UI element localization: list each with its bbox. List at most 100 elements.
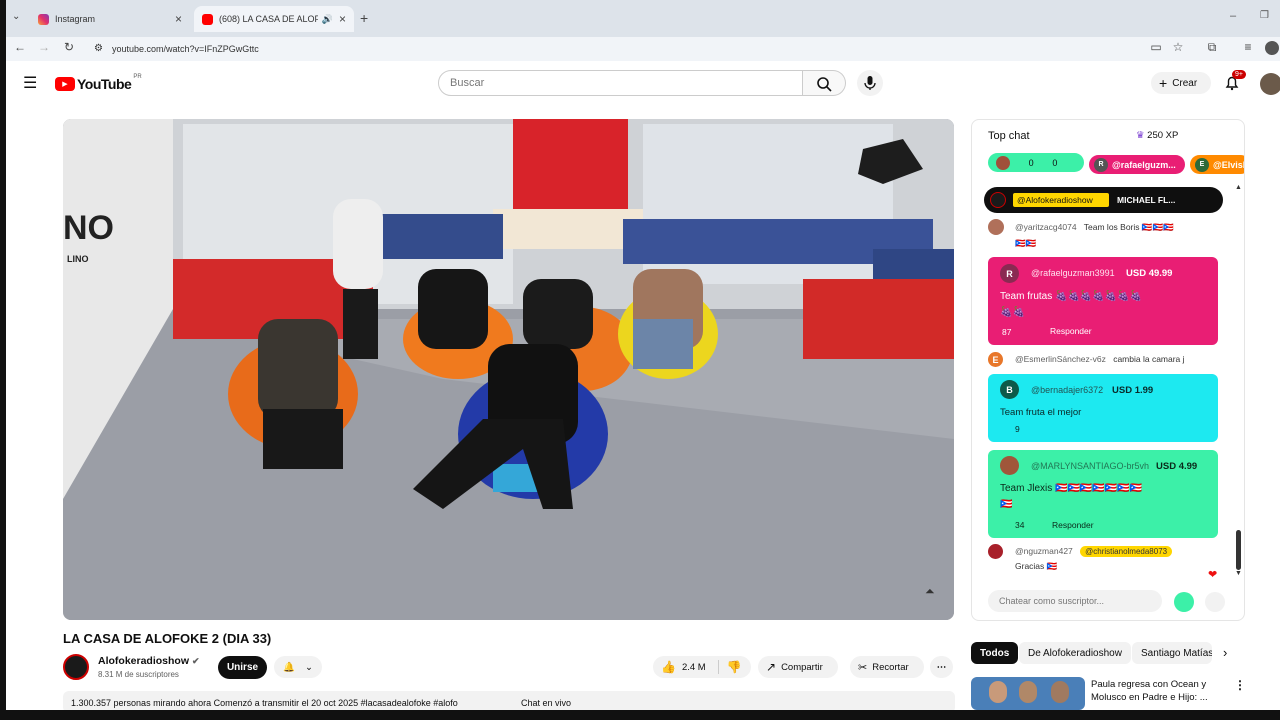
video-player[interactable]: NO LINO ⏶	[63, 119, 954, 620]
create-button[interactable]: + Crear	[1151, 72, 1211, 94]
user-avatar: B	[1000, 380, 1019, 399]
profile-avatar[interactable]	[1265, 41, 1279, 55]
user-avatar	[988, 219, 1004, 235]
super-chat-amount: USD 4.99	[1156, 461, 1198, 472]
join-button[interactable]: Unirse	[218, 656, 267, 679]
thumbnail-face	[989, 681, 1007, 703]
super-chat-card[interactable]: R @rafaelguzman3991 USD 49.99 Team fruta…	[988, 257, 1218, 345]
mention-chip[interactable]: @christianolmeda8073	[1080, 546, 1173, 557]
site-info-icon[interactable]: ⚙	[94, 43, 103, 54]
reload-icon[interactable]: ↻	[61, 40, 77, 54]
chevron-right-icon[interactable]: ›	[1223, 645, 1227, 660]
youtube-play-icon: ▶	[55, 77, 75, 91]
scroll-down-icon[interactable]: ▼	[1235, 570, 1242, 577]
related-video-thumbnail[interactable]	[971, 677, 1085, 710]
ticker-chip: R @rafaelguzm...	[1089, 155, 1185, 174]
message-author: @MARLYNSANTIAGO-br5vh	[1031, 461, 1149, 471]
left-edge	[0, 0, 6, 720]
more-vert-icon[interactable]: ⋮	[1234, 678, 1246, 692]
filter-chip-all[interactable]: Todos	[971, 642, 1019, 664]
more-actions-button[interactable]: ⋯	[930, 656, 953, 678]
emoji-button[interactable]	[1205, 592, 1225, 612]
like-icon[interactable]: 👍	[661, 660, 676, 674]
share-button[interactable]: ↗ Compartir	[758, 656, 838, 678]
back-icon[interactable]: ←	[12, 40, 28, 54]
notifications-button[interactable]: 9+	[1223, 70, 1246, 97]
message-text-continued: 🍇🍇	[1000, 307, 1025, 318]
search-input[interactable]: Buscar	[438, 70, 803, 96]
channel-name[interactable]: Alofokeradioshow ✔	[98, 655, 199, 667]
cast-icon[interactable]: ▭	[1148, 40, 1164, 54]
ticker-avatar: E	[1195, 157, 1209, 172]
related-video-title[interactable]: Paula regresa con Ocean y Molusco en Pad…	[1091, 678, 1208, 704]
forward-icon[interactable]: →	[36, 40, 52, 54]
youtube-logo[interactable]: ▶ YouTube PR	[55, 74, 142, 92]
fullscreen-corner-icon[interactable]: ⏶	[925, 584, 935, 599]
chat-mode-selector[interactable]: Top chat	[988, 130, 1030, 142]
chip-label: Santiago Matías	[1141, 647, 1212, 659]
super-chat-button[interactable]	[1174, 592, 1194, 612]
share-label: Compartir	[781, 661, 823, 673]
speaker-icon[interactable]: 🔊	[322, 14, 333, 25]
new-tab-icon[interactable]: +	[360, 10, 368, 26]
tab-search-chevron-icon[interactable]: ⌄	[12, 11, 20, 22]
address-field[interactable]: ⚙ youtube.com/watch?v=IFnZPGwGttc	[86, 39, 1136, 59]
chip-label: De Alofokeradioshow	[1028, 647, 1122, 659]
browser-toolbar: ← → ↻ ⚙ youtube.com/watch?v=IFnZPGwGttc …	[0, 37, 1280, 61]
message-text-continued: 🇵🇷	[1000, 499, 1013, 510]
watermark-logo-subtext: LINO	[67, 254, 89, 264]
subscriber-count: 8.31 M de suscriptores	[98, 670, 179, 679]
chat-scrollbar[interactable]	[1236, 530, 1241, 570]
scroll-up-icon[interactable]: ▲	[1235, 184, 1242, 191]
tab-instagram[interactable]: Instagram ×	[30, 6, 190, 32]
share-icon: ↗	[766, 660, 777, 674]
super-chat-card[interactable]: B @bernadajer6372 USD 1.99 Team fruta el…	[988, 374, 1218, 442]
user-avatar: E	[988, 352, 1003, 367]
plus-icon: +	[1159, 75, 1168, 91]
related-title-line1: Paula regresa con Ocean y	[1091, 679, 1207, 690]
filter-chip-channel[interactable]: De Alofokeradioshow	[1019, 642, 1131, 664]
reply-button[interactable]: Responder	[1052, 520, 1094, 530]
restore-icon[interactable]: ❐	[1260, 10, 1269, 21]
like-count: 87	[1002, 327, 1011, 337]
clip-button[interactable]: ✂ Recortar	[850, 656, 924, 678]
search-button[interactable]	[803, 70, 846, 96]
youtube-favicon-icon	[202, 13, 213, 25]
notification-badge: 9+	[1232, 70, 1246, 79]
account-avatar[interactable]	[1260, 73, 1280, 95]
scissors-icon: ✂	[858, 661, 868, 674]
pinned-handle: @Alofokeradioshow	[1013, 193, 1109, 207]
dislike-icon[interactable]: 👎	[717, 660, 742, 674]
user-avatar: R	[1000, 264, 1019, 283]
xp-counter[interactable]: ♛ 250 XP	[1136, 130, 1178, 141]
subscribe-bell-button[interactable]: 🔔 ⌄	[274, 656, 322, 678]
logo-text: YouTube	[77, 76, 132, 92]
bookmark-star-icon[interactable]: ☆	[1170, 40, 1186, 54]
super-chat-amount: USD 1.99	[1112, 385, 1154, 396]
channel-name-text: Alofokeradioshow	[98, 655, 190, 667]
chip-label: Todos	[980, 647, 1010, 659]
like-count: 9	[1015, 424, 1020, 434]
like-count: 34	[1015, 520, 1025, 530]
close-tab-icon[interactable]: ×	[175, 12, 182, 26]
ticker-item[interactable]: 0 0	[988, 153, 1084, 175]
media-controls-icon[interactable]: ≡	[1240, 40, 1256, 54]
filter-chip-santiago[interactable]: Santiago Matías	[1132, 642, 1212, 664]
close-tab-icon[interactable]: ×	[339, 12, 346, 26]
tab-youtube[interactable]: (608) LA CASA DE ALOFOKE 🔊 ×	[194, 6, 354, 32]
instagram-favicon-icon	[38, 13, 49, 25]
minimize-icon[interactable]: –	[1230, 10, 1236, 22]
reply-button[interactable]: Responder	[1050, 326, 1092, 336]
voice-search-button[interactable]	[857, 70, 883, 96]
channel-avatar[interactable]	[63, 654, 89, 680]
ticker-item[interactable]: R @rafaelguzm...	[1089, 153, 1185, 174]
chat-input[interactable]: Chatear como suscriptor...	[988, 590, 1162, 612]
message-text: Team los Boris 🇵🇷🇵🇷🇵🇷	[1083, 222, 1174, 232]
extensions-icon[interactable]: ⧉	[1204, 40, 1220, 55]
ticker-chip: 0 0	[988, 153, 1084, 172]
menu-icon[interactable]: ☰	[23, 73, 37, 93]
ticker-item[interactable]: E @Elvish	[1190, 153, 1244, 174]
pinned-message-banner[interactable]: @Alofokeradioshow MICHAEL FL...	[984, 187, 1223, 213]
message-author: @rafaelguzman3991	[1031, 268, 1115, 278]
super-chat-card[interactable]: @MARLYNSANTIAGO-br5vh USD 4.99 Team Jlex…	[988, 450, 1218, 538]
